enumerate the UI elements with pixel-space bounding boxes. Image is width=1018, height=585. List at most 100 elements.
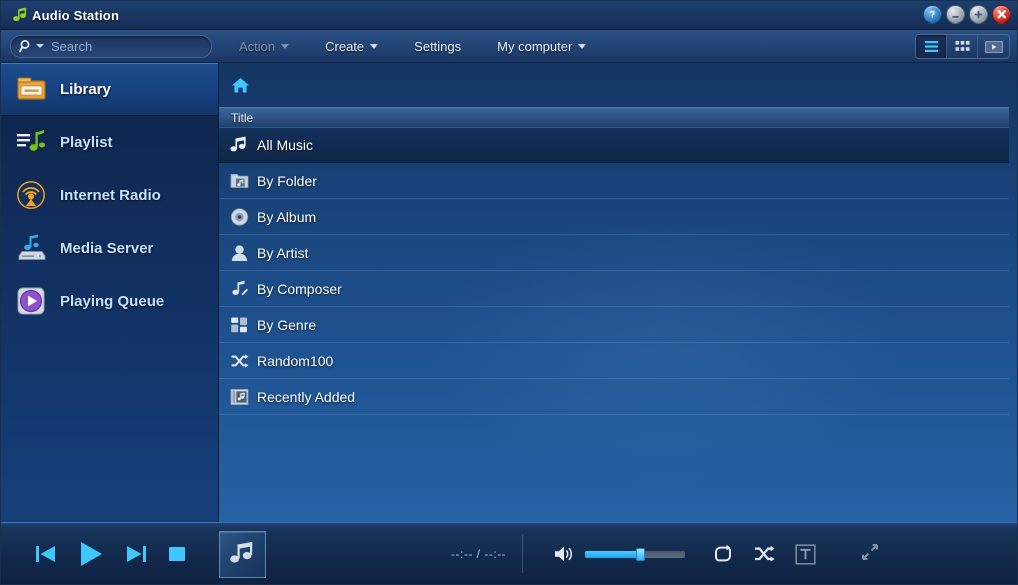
- sidebar-item-internet-radio[interactable]: Internet Radio: [1, 169, 218, 222]
- window-title: Audio Station: [32, 8, 119, 23]
- playlist-note-icon: [15, 126, 48, 159]
- disc-icon: [229, 207, 249, 227]
- list-header: Title: [219, 107, 1009, 127]
- shuffle-button[interactable]: [753, 544, 777, 564]
- radio-broadcast-icon: [15, 179, 48, 212]
- menu-action-label: Action: [239, 39, 275, 54]
- person-icon: [229, 243, 249, 263]
- sidebar-item-playing-queue[interactable]: Playing Queue: [1, 275, 218, 328]
- volume-fill: [585, 551, 640, 558]
- row-label: Random100: [257, 353, 333, 369]
- grid-view-button[interactable]: [947, 35, 978, 58]
- row-label: Recently Added: [257, 389, 355, 405]
- chevron-down-icon: [281, 44, 289, 49]
- collapse-arrows-icon: [860, 542, 880, 562]
- sidebar: Library Playlist: [1, 63, 219, 522]
- library-list: All Music By Folder: [219, 127, 1009, 415]
- search-input[interactable]: [51, 39, 191, 54]
- table-row[interactable]: Recently Added: [219, 379, 1009, 415]
- volume-control: [553, 544, 685, 564]
- title-bar: Audio Station ?: [1, 1, 1018, 30]
- menu-settings[interactable]: Settings: [405, 35, 470, 58]
- close-button[interactable]: [992, 5, 1011, 24]
- table-row[interactable]: Random100: [219, 343, 1009, 379]
- help-button[interactable]: ?: [923, 5, 942, 24]
- menu-action[interactable]: Action: [230, 35, 298, 58]
- divider: [522, 535, 523, 573]
- sidebar-item-media-server[interactable]: Media Server: [1, 222, 218, 275]
- row-label: By Composer: [257, 281, 342, 297]
- sidebar-item-label: Internet Radio: [60, 187, 161, 204]
- list-icon: [924, 40, 939, 53]
- sidebar-item-library[interactable]: Library: [1, 63, 218, 116]
- table-row[interactable]: By Folder: [219, 163, 1009, 199]
- stop-button[interactable]: [165, 542, 189, 566]
- menu-create-label: Create: [325, 39, 364, 54]
- play-circle-icon: [15, 285, 48, 318]
- minimize-button[interactable]: [946, 5, 965, 24]
- row-label: By Artist: [257, 245, 308, 261]
- row-label: By Album: [257, 209, 316, 225]
- time-display: --:-- / --:--: [451, 547, 506, 561]
- media-server-icon: [15, 232, 48, 265]
- search-icon: [19, 39, 33, 53]
- music-note-icon: [229, 540, 257, 568]
- audio-station-window: Audio Station ?: [0, 0, 1018, 585]
- svg-text:?: ?: [930, 9, 936, 19]
- lyrics-button[interactable]: [795, 544, 816, 565]
- grid-icon: [955, 40, 970, 53]
- next-button[interactable]: [123, 541, 149, 567]
- chevron-down-icon: [578, 44, 586, 49]
- menu-settings-label: Settings: [414, 39, 461, 54]
- transport-controls: [33, 538, 189, 570]
- row-label: By Folder: [257, 173, 317, 189]
- list-view-button[interactable]: [916, 35, 947, 58]
- folder-music-icon: [229, 171, 249, 191]
- sidebar-item-label: Media Server: [60, 240, 153, 257]
- table-row[interactable]: By Composer: [219, 271, 1009, 307]
- table-row[interactable]: By Genre: [219, 307, 1009, 343]
- table-row[interactable]: All Music: [219, 127, 1009, 163]
- album-note-icon: [229, 387, 249, 407]
- shuffle-icon: [229, 351, 249, 371]
- home-icon[interactable]: [231, 77, 250, 94]
- squares-icon: [229, 315, 249, 335]
- sidebar-item-label: Playing Queue: [60, 293, 164, 310]
- collapse-button[interactable]: [860, 542, 880, 567]
- play-button[interactable]: [75, 538, 107, 570]
- app-music-note-icon: [8, 7, 32, 23]
- search-dropdown-caret-icon[interactable]: [36, 44, 44, 48]
- album-art-placeholder[interactable]: [219, 531, 266, 578]
- menu-my-computer[interactable]: My computer: [488, 35, 595, 58]
- sidebar-item-label: Playlist: [60, 134, 113, 151]
- table-row[interactable]: By Artist: [219, 235, 1009, 271]
- library-box-icon: [15, 73, 48, 106]
- playback-toggles: [711, 544, 816, 565]
- table-row[interactable]: By Album: [219, 199, 1009, 235]
- speaker-icon[interactable]: [553, 544, 575, 564]
- volume-knob[interactable]: [636, 548, 645, 561]
- repeat-button[interactable]: [711, 544, 735, 564]
- sidebar-item-label: Library: [60, 81, 111, 98]
- volume-slider[interactable]: [585, 551, 685, 558]
- maximize-button[interactable]: [969, 5, 988, 24]
- player-bar: --:-- / --:--: [1, 522, 1018, 585]
- menu-my-computer-label: My computer: [497, 39, 572, 54]
- window-buttons: ?: [923, 5, 1011, 24]
- player-view-button[interactable]: [978, 35, 1009, 58]
- column-header-title: Title: [219, 111, 253, 125]
- content-panel: Title All Music: [219, 63, 1018, 522]
- row-label: All Music: [257, 137, 313, 153]
- play-box-icon: [985, 41, 1003, 53]
- breadcrumb: [219, 63, 1018, 107]
- chevron-down-icon: [370, 44, 378, 49]
- previous-button[interactable]: [33, 541, 59, 567]
- menu-create[interactable]: Create: [316, 35, 387, 58]
- note-pencil-icon: [229, 279, 249, 299]
- toolbar: Action Create Settings My computer: [1, 30, 1018, 63]
- view-mode-group: [915, 34, 1010, 59]
- row-label: By Genre: [257, 317, 316, 333]
- music-note-icon: [229, 135, 249, 155]
- search-box[interactable]: [10, 35, 212, 58]
- sidebar-item-playlist[interactable]: Playlist: [1, 116, 218, 169]
